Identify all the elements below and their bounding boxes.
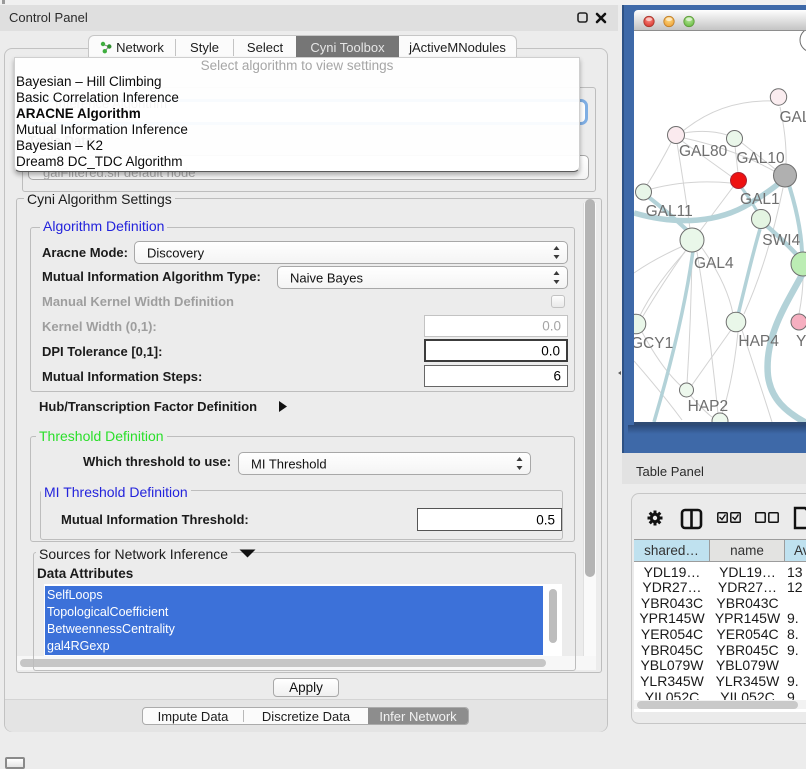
- svg-text:GAL4: GAL4: [694, 255, 734, 272]
- svg-text:GAL80: GAL80: [679, 143, 728, 160]
- svg-text:GAL: GAL: [780, 109, 806, 126]
- svg-text:HAP2: HAP2: [688, 398, 729, 415]
- svg-text:GCY1: GCY1: [634, 335, 673, 352]
- svg-text:HAP4: HAP4: [738, 333, 779, 350]
- svg-text:GAL10: GAL10: [736, 150, 785, 167]
- svg-text:Y: Y: [796, 333, 806, 350]
- svg-text:SWI4: SWI4: [762, 232, 800, 249]
- svg-text:GAL1: GAL1: [740, 191, 780, 208]
- svg-text:GAL11: GAL11: [646, 203, 693, 220]
